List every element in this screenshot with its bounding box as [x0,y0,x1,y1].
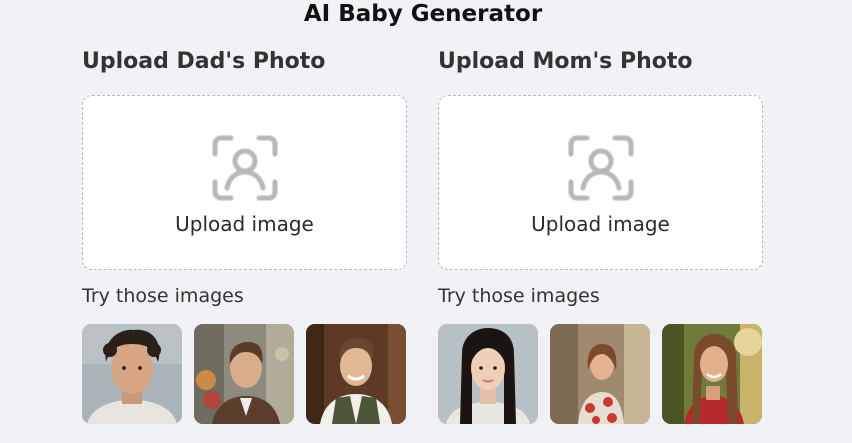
mom-upload-label: Upload image [531,212,670,236]
mom-upload-section: Upload Mom's Photo Upload image Try thos… [438,45,763,424]
mom-sample-image-1[interactable] [438,324,538,424]
dad-upload-dropzone[interactable]: Upload image [82,95,407,270]
mom-upload-dropzone[interactable]: Upload image [438,95,763,270]
dad-sample-image-3[interactable] [306,324,406,424]
dad-try-label: Try those images [82,285,244,307]
mom-sample-images [438,324,763,424]
face-scan-icon [212,135,278,201]
dad-sample-image-1[interactable] [82,324,182,424]
page-title: AI Baby Generator [303,1,543,27]
face-scan-icon [568,135,634,201]
dad-sample-images [82,324,407,424]
mom-upload-heading: Upload Mom's Photo [438,49,693,74]
mom-sample-image-3[interactable] [662,324,762,424]
dad-upload-heading: Upload Dad's Photo [82,49,326,74]
mom-sample-image-2[interactable] [550,324,650,424]
dad-upload-section: Upload Dad's Photo Upload image Try thos… [82,45,407,424]
dad-sample-image-2[interactable] [194,324,294,424]
dad-upload-label: Upload image [175,212,314,236]
mom-try-label: Try those images [438,285,600,307]
